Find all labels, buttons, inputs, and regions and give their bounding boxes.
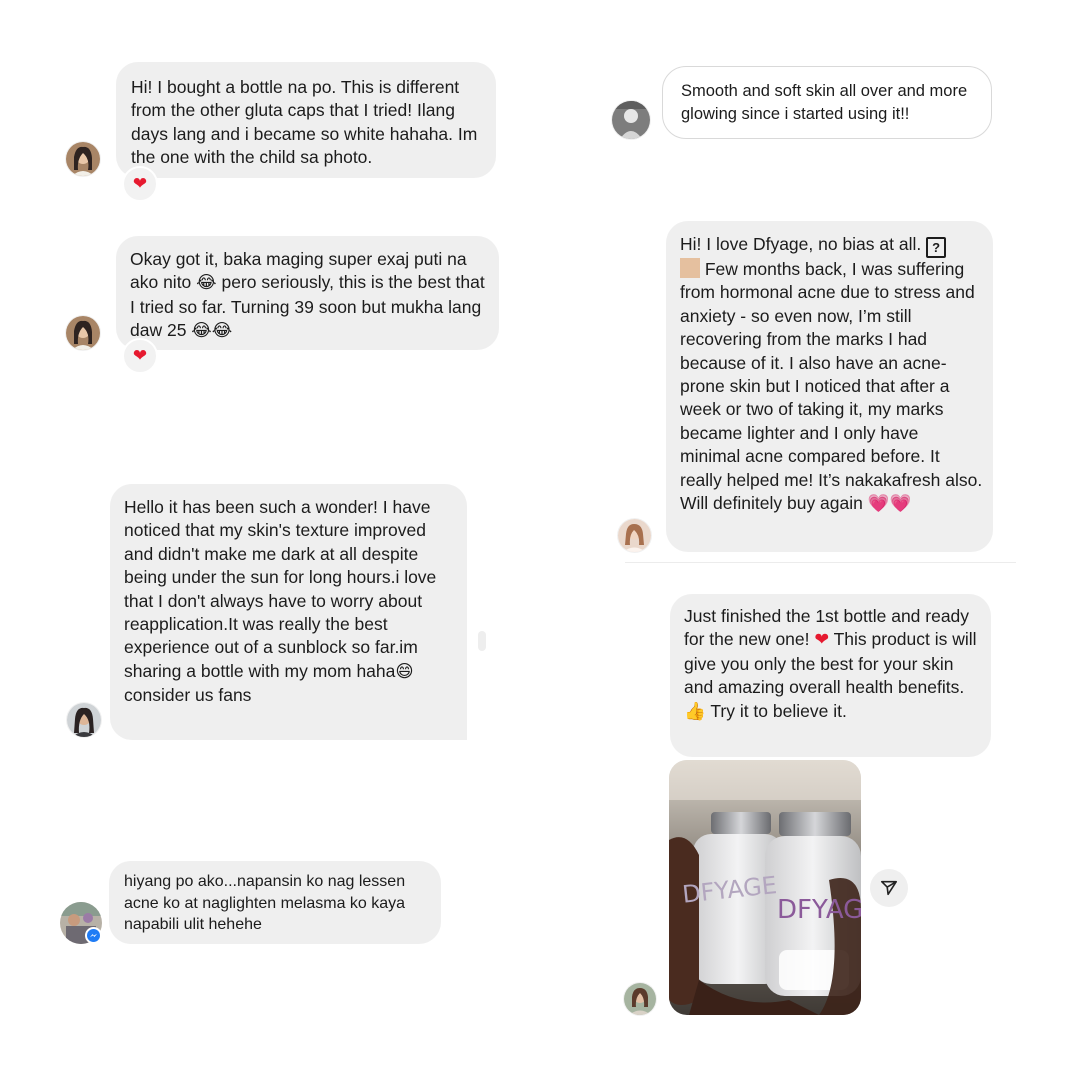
heart-reaction-icon[interactable]: ❤: [122, 338, 158, 374]
messenger-badge-icon: [85, 927, 102, 944]
laughing-emoji-icon: 😂: [196, 273, 217, 294]
message-bubble: Just finished the 1st bottle and ready f…: [670, 594, 991, 757]
section-divider: [625, 562, 1016, 563]
avatar[interactable]: [67, 703, 101, 737]
bottle-brand-label: DFYAGE: [777, 895, 861, 925]
bubble-edge-marker: [478, 631, 486, 651]
red-heart-emoji-icon: ❤: [814, 630, 830, 651]
unknown-glyph-icon: ?: [926, 237, 947, 258]
grinning-emoji-icon: 😄: [395, 661, 414, 682]
message-bubble: hiyang po ako...napansin ko nag lessen a…: [109, 861, 441, 944]
avatar[interactable]: [624, 983, 656, 1015]
message-text: Hi! I bought a bottle na po. This is dif…: [131, 77, 478, 168]
avatar-photo-icon: [624, 983, 656, 1015]
message-bubble: Hi! I bought a bottle na po. This is dif…: [116, 62, 496, 178]
send-icon: [880, 880, 898, 896]
pink-heart-emoji-icon: 💗💗: [867, 494, 912, 515]
avatar-photo-icon: [612, 101, 650, 139]
laughing-emoji-icon: 😂😂: [191, 321, 233, 342]
message-bubble: Hi! I love Dfyage, no bias at all. ? Few…: [666, 221, 993, 552]
avatar[interactable]: [66, 316, 100, 350]
avatar[interactable]: [66, 142, 100, 176]
heart-reaction-icon[interactable]: ❤: [122, 166, 158, 202]
avatar-photo-icon: [66, 316, 100, 350]
message-bubble: Okay got it, baka maging super exaj puti…: [116, 236, 499, 350]
skin-tone-swatch-icon: [680, 258, 700, 278]
avatar[interactable]: [60, 902, 102, 944]
avatar-photo-icon: [67, 703, 101, 737]
avatar-photo-icon: [66, 142, 100, 176]
product-bottles-photo[interactable]: DFYAGE DFYAGE: [669, 760, 861, 1015]
message-bubble: Hello it has been such a wonder! I have …: [110, 484, 467, 740]
send-button[interactable]: [870, 869, 908, 907]
avatar-photo-icon: [618, 519, 651, 552]
message-bubble: Smooth and soft skin all over and more g…: [662, 66, 992, 139]
avatar[interactable]: [612, 101, 650, 139]
product-bottles-icon: DFYAGE DFYAGE: [669, 760, 861, 1015]
avatar[interactable]: [618, 519, 651, 552]
thumbs-up-emoji-icon: 👍: [684, 701, 706, 722]
